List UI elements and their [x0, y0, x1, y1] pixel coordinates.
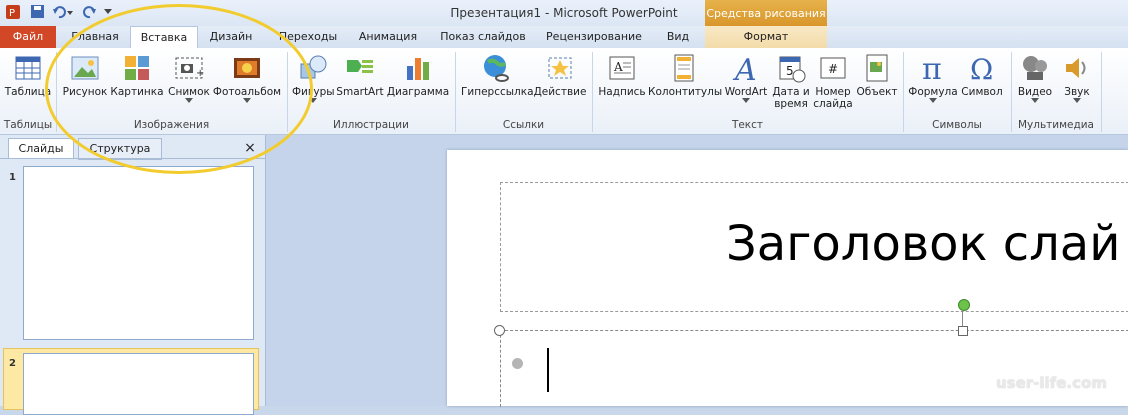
- svg-text:A: A: [732, 53, 757, 84]
- audio-button[interactable]: Звук: [1058, 52, 1096, 114]
- slidenumber-label: Номер слайда: [813, 86, 853, 110]
- resize-handle[interactable]: [958, 326, 968, 336]
- group-text-label: Текст: [731, 119, 764, 131]
- hyperlink-button[interactable]: Гиперссылка: [461, 52, 534, 114]
- action-button[interactable]: Действие: [533, 52, 587, 114]
- video-button[interactable]: Видео: [1014, 52, 1056, 114]
- content-placeholder[interactable]: [500, 330, 1128, 407]
- textbox-icon: A: [609, 56, 635, 80]
- smartart-label: SmartArt: [336, 86, 384, 98]
- speaker-icon: [1066, 58, 1086, 78]
- tab-animation[interactable]: Анимация: [348, 26, 428, 48]
- object-label: Объект: [856, 86, 898, 98]
- object-button[interactable]: Объект: [856, 52, 898, 114]
- headerfooter-button[interactable]: Колонтитулы: [648, 52, 723, 114]
- tab-view[interactable]: Вид: [656, 26, 700, 48]
- highlight-ellipse: [45, 4, 313, 174]
- tab-slideshow[interactable]: Показ слайдов: [433, 26, 533, 48]
- wordart-button[interactable]: A WordArt: [722, 52, 770, 114]
- svg-text:A: A: [613, 60, 623, 74]
- datetime-button[interactable]: 5 Дата и время: [772, 52, 810, 114]
- rotate-handle[interactable]: [958, 299, 970, 311]
- table-icon: [15, 56, 41, 80]
- film-reel-icon: [1023, 56, 1047, 80]
- svg-text:π: π: [922, 52, 942, 84]
- wordart-icon: A: [732, 53, 757, 84]
- tab-file[interactable]: Файл: [0, 26, 56, 48]
- chevron-down-icon: [1031, 98, 1039, 103]
- watermark: user-life.com: [996, 374, 1107, 392]
- slide-thumbnail[interactable]: [23, 166, 254, 340]
- object-icon: [866, 54, 888, 82]
- hyperlink-icon: [484, 55, 509, 82]
- action-icon: [548, 57, 572, 79]
- group-separator: [1101, 52, 1102, 132]
- headerfooter-label: Колонтитулы: [648, 86, 723, 98]
- bullet-icon: [512, 358, 523, 369]
- slide-number-icon: #: [820, 57, 846, 79]
- chart-label: Диаграмма: [386, 86, 450, 98]
- group-tables-label: Таблицы: [3, 119, 53, 131]
- calendar-icon: 5: [779, 56, 806, 83]
- datetime-label: Дата и время: [772, 86, 810, 110]
- equation-label: Формула: [908, 86, 958, 98]
- chevron-down-icon: [742, 98, 750, 103]
- chevron-down-icon: [929, 98, 937, 103]
- svg-text:Ω: Ω: [970, 53, 993, 84]
- textbox-label: Надпись: [598, 86, 646, 98]
- slide-number: 1: [9, 172, 16, 183]
- textbox-button[interactable]: A Надпись: [598, 52, 646, 114]
- tab-review[interactable]: Рецензирование: [538, 26, 650, 48]
- smartart-icon: [347, 60, 373, 73]
- video-label: Видео: [1017, 86, 1053, 98]
- tab-format[interactable]: Формат: [705, 26, 827, 48]
- svg-text:#: #: [828, 62, 838, 76]
- omega-icon: Ω: [970, 53, 993, 84]
- chevron-down-icon: [1073, 98, 1081, 103]
- group-links-label: Ссылки: [502, 119, 545, 131]
- smartart-button[interactable]: SmartArt: [336, 52, 384, 114]
- slide-number: 2: [9, 358, 16, 369]
- wordart-label: WordArt: [724, 86, 768, 98]
- chart-icon: [407, 58, 429, 80]
- symbol-label: Символ: [961, 86, 1003, 98]
- contextual-tab-header: Средства рисования: [705, 0, 827, 26]
- slide-title-text[interactable]: Заголовок слай: [726, 216, 1120, 272]
- audio-label: Звук: [1064, 86, 1090, 98]
- resize-handle[interactable]: [494, 325, 505, 336]
- action-label: Действие: [533, 86, 587, 98]
- equation-button[interactable]: π Формула: [906, 52, 960, 114]
- group-illustrations-label: Иллюстрации: [333, 119, 409, 131]
- pi-icon: π: [922, 52, 942, 84]
- svg-text:5: 5: [786, 64, 794, 78]
- chart-button[interactable]: Диаграмма: [386, 52, 450, 114]
- tab-slides[interactable]: Слайды: [8, 138, 74, 159]
- hyperlink-label: Гиперссылка: [461, 86, 534, 98]
- slidenumber-button[interactable]: # Номер слайда: [812, 52, 854, 114]
- symbol-button[interactable]: Ω Символ: [960, 52, 1004, 114]
- text-cursor: [547, 348, 549, 392]
- group-symbols-label: Символы: [932, 119, 982, 131]
- group-media-label: Мультимедиа: [1017, 119, 1094, 131]
- header-footer-icon: [674, 54, 694, 82]
